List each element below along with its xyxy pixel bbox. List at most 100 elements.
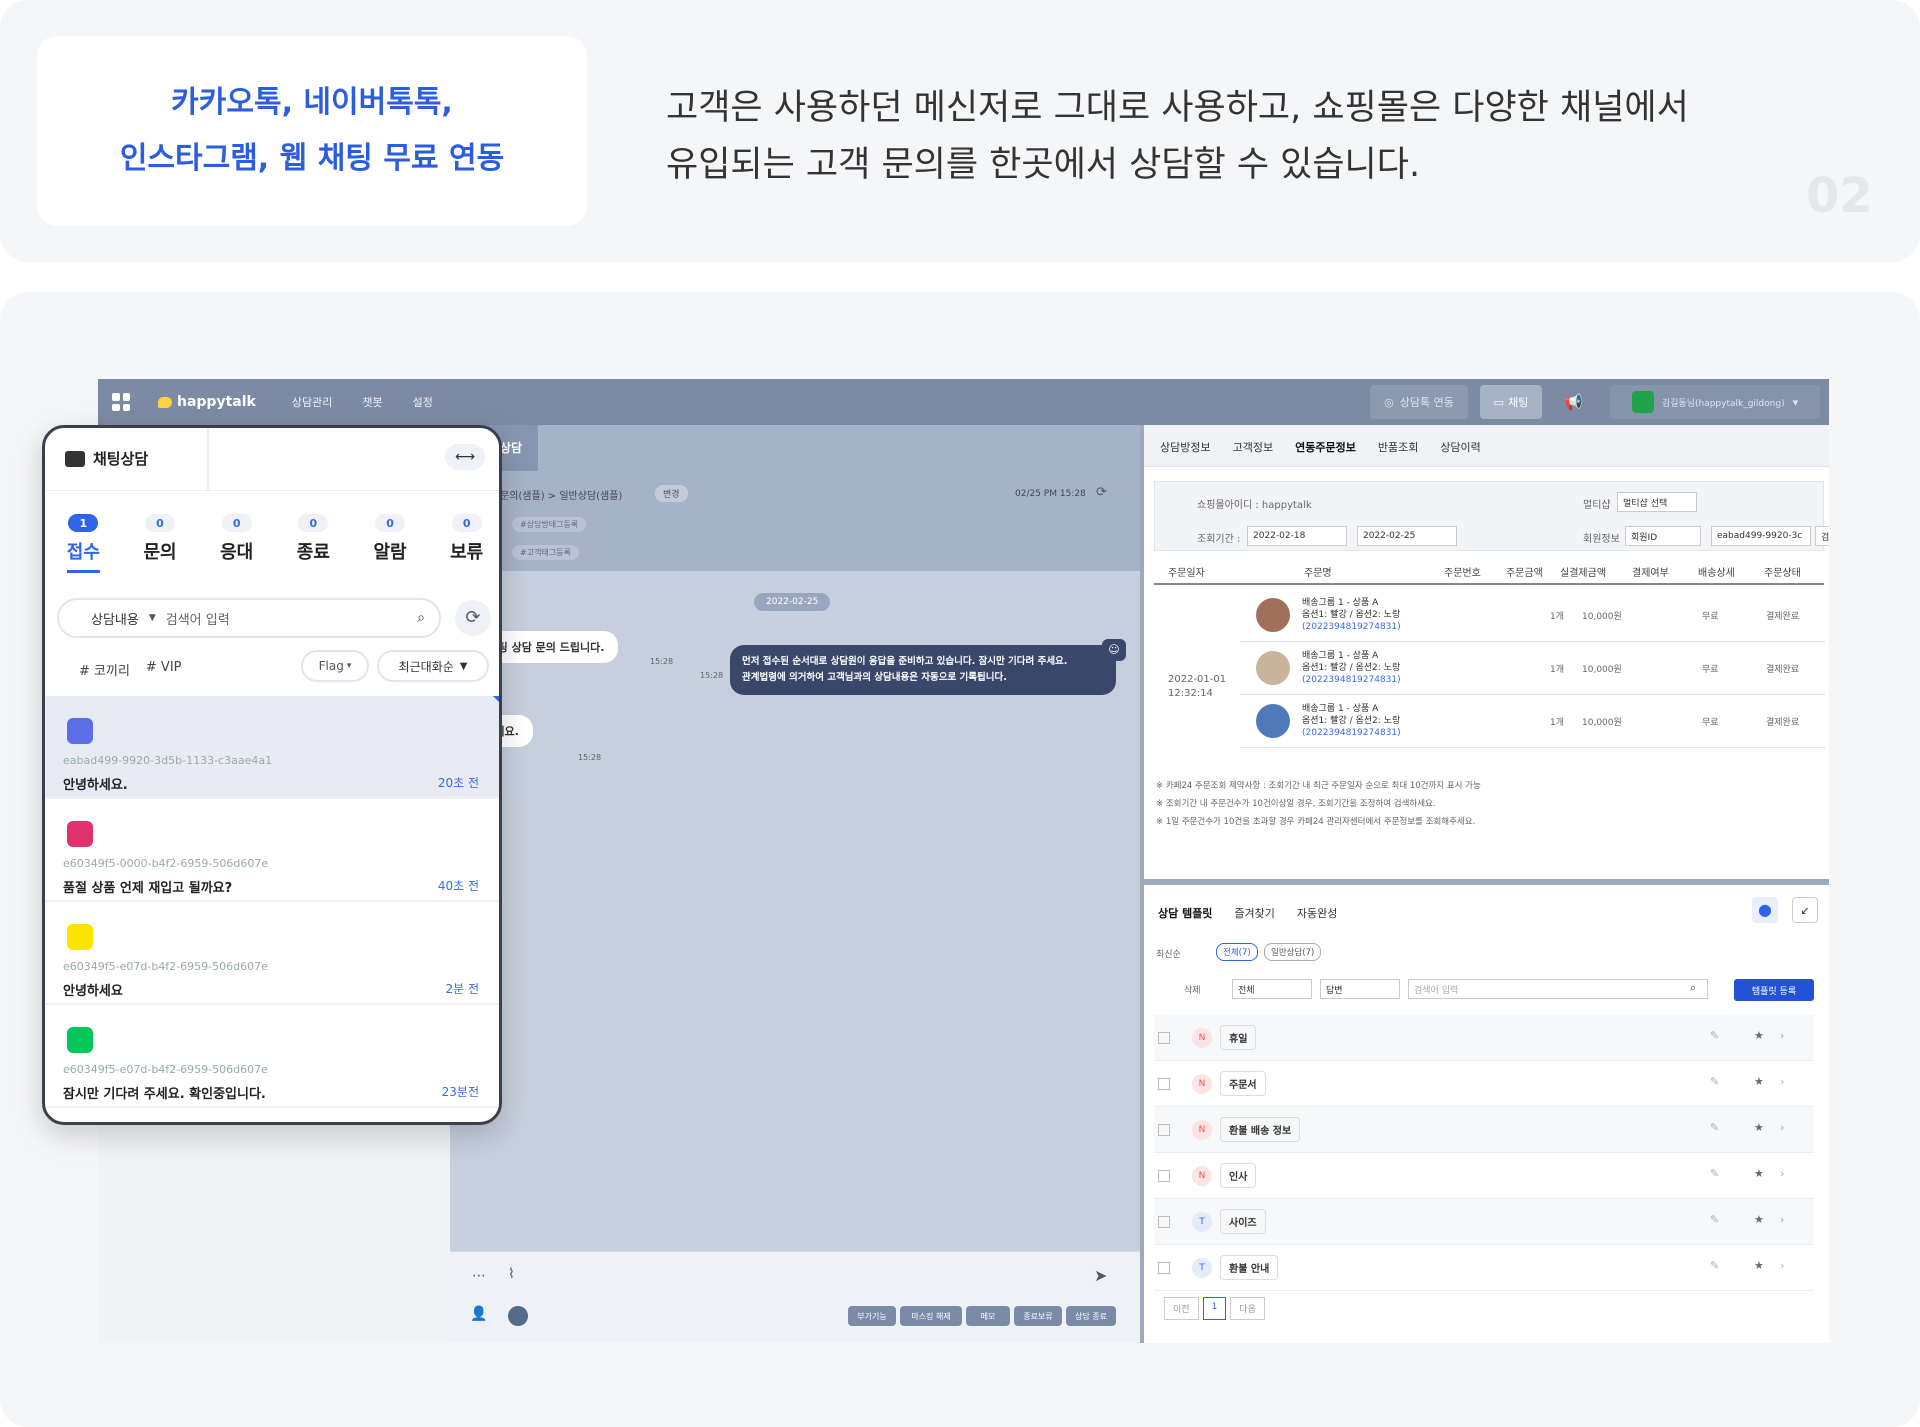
date-to-input[interactable]: 2022-02-25 [1357,526,1457,546]
search-category-select[interactable]: 상담내용 [91,609,139,628]
star-icon[interactable]: ★ [1754,1259,1764,1272]
chevron-right-icon[interactable]: › [1780,1167,1784,1180]
app-logo[interactable]: happytalk [158,394,256,410]
filter-all-chip[interactable]: 전체(7) [1216,943,1258,961]
member-id-input[interactable]: eabad499-9920-3c [1711,526,1811,546]
edit-icon[interactable]: ✎ [1710,1029,1719,1042]
attach-icon[interactable]: ⌇ [508,1266,515,1282]
checkbox[interactable] [1158,1077,1170,1090]
product-order-no[interactable]: (2022394819274831) [1302,727,1401,739]
edit-icon[interactable]: ✎ [1710,1259,1719,1272]
template-search-input[interactable]: 검색어 입력 [1408,979,1708,999]
agent-icon[interactable]: 👤 [470,1306,487,1322]
edit-icon[interactable]: ✎ [1710,1167,1719,1180]
change-button[interactable]: 변경 [655,485,688,502]
order-row[interactable]: 배송그룹 1 - 상품 A 옵션1: 빨강 / 옵션2: 노랑 (202239481… [1240,589,1826,642]
tag-vip[interactable]: # VIP [146,660,182,679]
tab-hold[interactable]: 0 보류 [428,514,499,573]
tab-favorites[interactable]: 즐겨찾기 [1234,905,1274,921]
tab-received[interactable]: 1 접수 [45,514,122,573]
type-select[interactable]: 전체 [1232,979,1312,999]
tab-alarm[interactable]: 0 알람 [352,514,429,573]
unmask-button[interactable]: 마스킹 해제 [900,1306,962,1326]
template-name[interactable]: 주문서 [1220,1071,1266,1096]
tab-templates[interactable]: 상담 템플릿 [1158,905,1212,921]
checkbox[interactable] [1158,1261,1170,1274]
megaphone-icon[interactable]: 📢 [1564,393,1583,411]
star-icon[interactable]: ★ [1754,1075,1764,1088]
chevron-right-icon[interactable]: › [1780,1259,1784,1272]
chat-input-area[interactable]: ⋯ ⌇ ➤ 👤 부가기능 마스킹 해제 메모 종료보류 상담 종료 [450,1251,1140,1343]
register-template-button[interactable]: 템플릿 등록 [1734,979,1814,1001]
chat-list-item[interactable]: eabad499-9920-3d5b-1133-c3aae4a1 안녕하세요. … [45,696,499,799]
date-from-input[interactable]: 2022-02-18 [1247,526,1347,546]
refresh-icon[interactable]: ⟳ [455,600,491,636]
tab-order-info[interactable]: 연동주문정보 [1295,439,1356,455]
apps-grid-icon[interactable] [112,393,130,411]
customer-tag[interactable]: #고객태그등록 [512,545,579,560]
search-icon[interactable]: ⌕ [417,610,425,626]
end-consult-button[interactable]: 상담 종료 [1066,1306,1116,1326]
chat-list-item[interactable]: e60349f5-e07d-b4f2-6959-506d607e 잠시만 기다려… [45,1005,499,1108]
chat-button[interactable]: ▭ 채팅 [1480,385,1542,419]
product-order-no[interactable]: (2022394819274831) [1302,674,1401,686]
template-name[interactable]: 환불 안내 [1220,1255,1279,1280]
star-icon[interactable]: ★ [1754,1121,1764,1134]
chat-list-item[interactable]: e60349f5-0000-b4f2-6959-506d607e 품절 상품 언… [45,799,499,902]
collapse-icon[interactable]: ↙ [1792,897,1818,923]
refresh-icon[interactable]: ⟳ [1096,485,1107,500]
chevron-right-icon[interactable]: › [1780,1075,1784,1088]
send-icon[interactable]: ➤ [1094,1266,1107,1285]
menu-settings[interactable]: 설정 [413,394,433,410]
checkbox[interactable] [1158,1215,1170,1228]
tag-elephant[interactable]: # 코끼리 [79,660,130,679]
template-name[interactable]: 휴일 [1220,1025,1257,1050]
user-menu[interactable]: 김길동님(happytalk_gildong) ▾ [1610,385,1820,419]
star-icon[interactable]: ★ [1754,1167,1764,1180]
flag-filter[interactable]: Flag ▾ [301,650,369,682]
extra-features-button[interactable]: 부가기능 [848,1306,896,1326]
chevron-right-icon[interactable]: › [1780,1121,1784,1134]
product-order-no[interactable]: (2022394819274831) [1302,621,1401,633]
delete-button[interactable]: 삭제 [1184,983,1201,996]
memo-button[interactable]: 메모 [966,1306,1010,1326]
template-row[interactable]: T 환불 안내 ✎ ★ › [1154,1245,1814,1291]
tab-autocomplete[interactable]: 자동완성 [1297,905,1337,921]
sort-filter[interactable]: 최근대화순 ▼ [377,650,489,682]
template-row[interactable]: N 휴일 ✎ ★ › [1154,1015,1814,1061]
tab-closed[interactable]: 0 종료 [275,514,352,573]
edit-icon[interactable]: ✎ [1710,1075,1719,1088]
order-row[interactable]: 배송그룹 1 - 상품 A 옵션1: 빨강 / 옵션2: 노랑 (202239481… [1240,642,1826,695]
expand-icon[interactable]: ⟷ [445,444,485,470]
more-icon[interactable]: ⋯ [472,1268,486,1284]
search-input[interactable]: 검색어 입력 [166,609,230,628]
tab-return[interactable]: 반품조회 [1378,439,1418,455]
page-1-button[interactable]: 1 [1202,1297,1227,1320]
star-icon[interactable]: ★ [1754,1213,1764,1226]
checkbox[interactable] [1158,1169,1170,1182]
template-name[interactable]: 인사 [1220,1163,1257,1188]
menu-consult[interactable]: 상담관리 [292,394,332,410]
tab-inquiry[interactable]: 0 문의 [122,514,199,573]
answer-select[interactable]: 답변 [1320,979,1400,999]
template-row[interactable]: N 인사 ✎ ★ › [1154,1153,1814,1199]
template-name[interactable]: 사이즈 [1220,1209,1266,1234]
template-row[interactable]: N 환불 배송 정보 ✎ ★ › [1154,1107,1814,1153]
sort-select[interactable]: 최신순 [1156,947,1181,960]
prev-page-button[interactable]: 이전 [1164,1297,1199,1320]
member-type-select[interactable]: 회원ID [1625,526,1701,546]
pin-icon[interactable]: ● [1752,897,1778,923]
checkbox[interactable] [1158,1031,1170,1044]
multishop-select[interactable]: 멀티샵 선택 [1617,492,1697,512]
template-row[interactable]: N 주문서 ✎ ★ › [1154,1061,1814,1107]
search-button[interactable]: 검색 [1815,526,1829,546]
edit-icon[interactable]: ✎ [1710,1121,1719,1134]
tab-room-info[interactable]: 상담방정보 [1160,439,1211,455]
edit-icon[interactable]: ✎ [1710,1213,1719,1226]
search-icon[interactable]: ⌕ [1690,981,1696,995]
filter-general-chip[interactable]: 일반상담(7) [1264,943,1322,961]
tab-history[interactable]: 상담이력 [1440,439,1480,455]
next-page-button[interactable]: 다음 [1230,1297,1265,1320]
template-name[interactable]: 환불 배송 정보 [1220,1117,1301,1142]
star-icon[interactable]: ★ [1754,1029,1764,1042]
